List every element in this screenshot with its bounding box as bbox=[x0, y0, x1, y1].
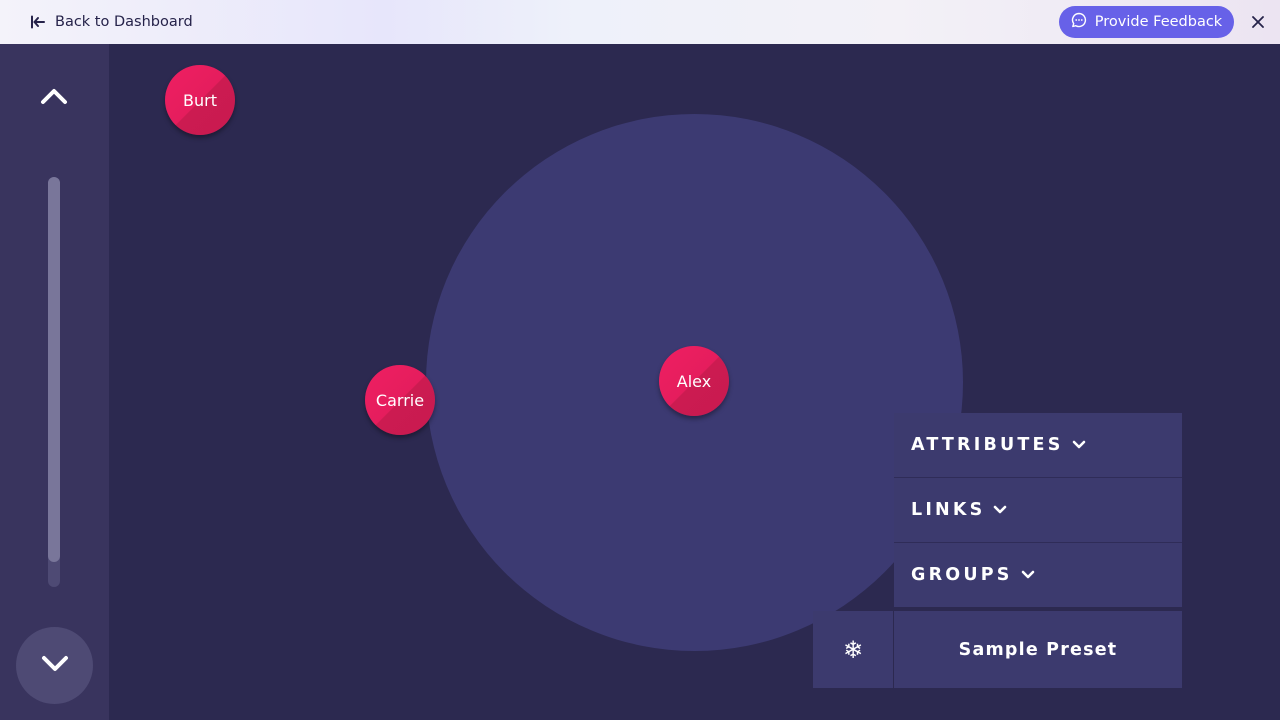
zoom-slider[interactable] bbox=[48, 177, 60, 587]
attributes-label: ATTRIBUTES bbox=[911, 435, 1064, 455]
arrow-left-to-line-icon bbox=[30, 15, 46, 29]
preset-button[interactable]: Sample Preset bbox=[894, 611, 1182, 688]
zoom-slider-fill[interactable] bbox=[48, 177, 60, 562]
chevron-down-icon bbox=[993, 505, 1007, 515]
zoom-in-button[interactable] bbox=[38, 84, 70, 112]
node-alex[interactable]: Alex bbox=[659, 346, 729, 416]
freeze-button[interactable]: ❄ bbox=[813, 611, 893, 688]
node-burt[interactable]: Burt bbox=[165, 65, 235, 135]
chevron-down-icon bbox=[1021, 570, 1035, 580]
chevron-up-icon bbox=[40, 87, 68, 109]
back-to-dashboard-label: Back to Dashboard bbox=[55, 14, 193, 30]
provide-feedback-label: Provide Feedback bbox=[1094, 14, 1223, 30]
close-icon bbox=[1252, 13, 1264, 32]
snowflake-icon: ❄ bbox=[842, 635, 864, 664]
top-bar: Back to Dashboard Provide Feedback bbox=[0, 0, 1280, 44]
chat-bubble-icon bbox=[1071, 12, 1087, 32]
chevron-down-icon bbox=[1072, 440, 1086, 450]
attributes-dropdown[interactable]: ATTRIBUTES bbox=[894, 413, 1182, 477]
preset-label: Sample Preset bbox=[958, 639, 1118, 660]
node-carrie[interactable]: Carrie bbox=[365, 365, 435, 435]
links-dropdown[interactable]: LINKS bbox=[894, 478, 1182, 542]
groups-label: GROUPS bbox=[911, 565, 1013, 585]
close-button[interactable] bbox=[1248, 12, 1268, 32]
zoom-out-button[interactable] bbox=[16, 627, 93, 704]
links-label: LINKS bbox=[911, 500, 986, 520]
zoom-sidebar bbox=[0, 44, 109, 720]
chevron-down-icon bbox=[41, 655, 69, 677]
groups-dropdown[interactable]: GROUPS bbox=[894, 543, 1182, 607]
provide-feedback-button[interactable]: Provide Feedback bbox=[1059, 6, 1234, 38]
back-to-dashboard-link[interactable]: Back to Dashboard bbox=[30, 0, 193, 44]
